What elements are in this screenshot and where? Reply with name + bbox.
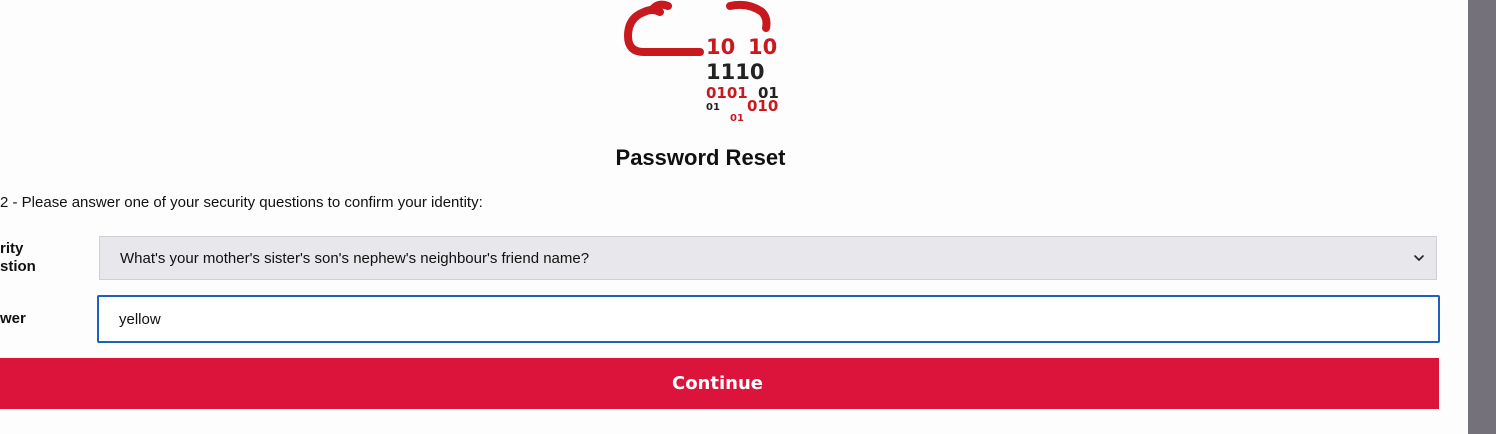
logo-binary-6: 01 [706,102,720,113]
logo-binary-1: 10 [706,35,735,59]
logo-binary-7: 010 [747,97,778,115]
password-reset-page: 10 10 1110 0101 01 01 010 01 Password Re… [0,0,1496,434]
continue-button[interactable]: Continue [0,358,1439,409]
logo-binary-8: 01 [730,113,744,124]
security-question-select[interactable]: What's your mother's sister's son's neph… [99,236,1437,280]
security-question-label: rity stion [0,240,36,275]
scrollbar[interactable] [1468,0,1496,434]
answer-input[interactable] [97,295,1440,343]
logo-binary-3: 1110 [706,60,764,84]
logo-binary-4: 0101 [706,84,748,102]
logo-binary-2: 10 [748,35,777,59]
answer-label: wer [0,310,26,327]
page-title: Password Reset [615,145,786,170]
security-question-selected: What's your mother's sister's son's neph… [120,249,590,267]
chevron-down-icon [1414,255,1424,261]
cloud-right-arc [726,0,771,32]
step-instruction: 2 - Please answer one of your security q… [0,194,483,211]
cloud-left-arc [623,6,704,56]
cloud-binary-logo: 10 10 1110 0101 01 01 010 01 [600,0,800,130]
